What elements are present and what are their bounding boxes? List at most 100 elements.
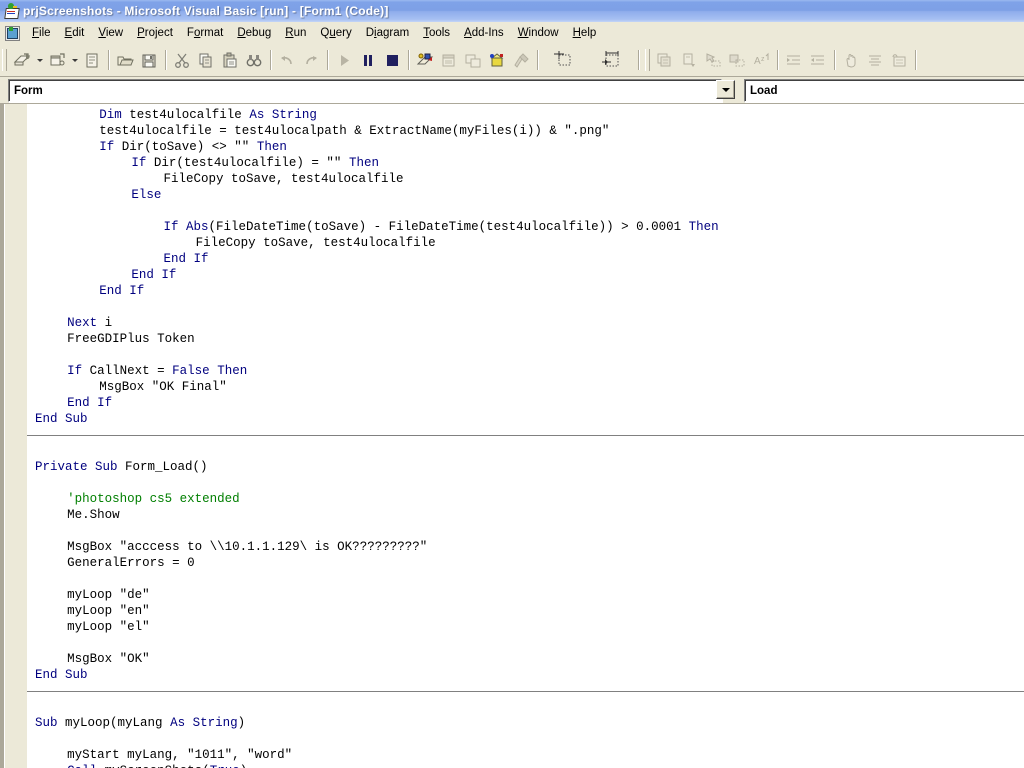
toolbar-separator: [834, 50, 835, 70]
zoom-page-button: [887, 49, 911, 72]
open-project-button[interactable]: [113, 49, 137, 72]
menu-item-add-ins[interactable]: Add-Ins: [457, 24, 511, 42]
menu-editor-button[interactable]: [80, 49, 104, 72]
menu-item-query[interactable]: Query: [313, 24, 358, 42]
code-keyword: Else: [131, 188, 162, 202]
code-line: myStart myLang, "1011", "word": [67, 747, 292, 763]
code-line: FreeGDIPlus Token: [67, 331, 195, 347]
add-form-button[interactable]: [45, 49, 69, 72]
code-text: MsgBox "acccess to \\10.1.1.129\ is OK??…: [67, 540, 428, 554]
code-keyword: Then: [217, 364, 248, 378]
break-button[interactable]: [356, 49, 380, 72]
remove-rows-button: [725, 49, 749, 72]
svg-text:A: A: [754, 56, 761, 67]
code-text: Form_Load(): [117, 460, 208, 474]
copy-button[interactable]: [194, 49, 218, 72]
properties-window-button: [437, 49, 461, 72]
toolbar-separator: [537, 50, 538, 70]
code-line: myLoop "el": [67, 619, 150, 635]
toolbar-grip-secondary[interactable]: [645, 49, 650, 71]
code-editor-window: Dim test4ulocalfile As String test4ulocal…: [0, 103, 1024, 768]
menu-item-debug[interactable]: Debug: [230, 24, 278, 42]
code-keyword: End If: [131, 268, 177, 282]
code-line: End Sub: [35, 667, 88, 683]
code-text: FileCopy toSave, test4ulocalfile: [195, 236, 436, 250]
menu-item-tools[interactable]: Tools: [416, 24, 457, 42]
sort-text-button: A z: [749, 49, 773, 72]
code-text: myLoop(myLang: [57, 716, 171, 730]
code-keyword: String: [192, 716, 238, 730]
save-project-button[interactable]: [137, 49, 161, 72]
code-keyword: If: [99, 140, 115, 154]
code-text: myLoop "en": [67, 604, 150, 618]
position-indicator: [542, 50, 588, 70]
menu-item-help[interactable]: Help: [566, 24, 604, 42]
procedure-combo-value: Load: [750, 84, 778, 97]
code-text: myLoop "de": [67, 588, 150, 602]
insert-rows-button: [677, 49, 701, 72]
chevron-down-icon[interactable]: [716, 80, 735, 99]
code-text: ): [240, 764, 248, 768]
code-text: GeneralErrors = 0: [67, 556, 195, 570]
menu-item-format[interactable]: Format: [180, 24, 230, 42]
undo-button: [275, 49, 299, 72]
toolbar-grip[interactable]: [2, 49, 7, 71]
code-line: Private Sub Form_Load(): [35, 459, 208, 475]
select-rows-button: [701, 49, 725, 72]
add-project-dropdown-arrow[interactable]: [34, 49, 45, 72]
toolbar-separator: [270, 50, 271, 70]
project-explorer-button[interactable]: [413, 49, 437, 72]
code-margin-indicator-bar[interactable]: [4, 104, 28, 768]
menu-item-file[interactable]: File: [25, 24, 58, 42]
menu-item-view[interactable]: View: [91, 24, 130, 42]
find-button[interactable]: [242, 49, 266, 72]
code-text: test4ulocalfile: [121, 108, 250, 122]
code-text: test4ulocalfile = test4ulocalpath & Extr…: [99, 124, 610, 138]
code-keyword: Then: [256, 140, 287, 154]
standard-toolbar: A z: [0, 44, 1024, 77]
cut-button[interactable]: [170, 49, 194, 72]
end-button[interactable]: [380, 49, 404, 72]
document-control-icon[interactable]: [4, 25, 20, 41]
add-form-dropdown-arrow[interactable]: [69, 49, 80, 72]
code-text: FileCopy toSave, test4ulocalfile: [163, 172, 404, 186]
procedure-separator-line: [27, 691, 1024, 692]
code-line: Else: [131, 187, 161, 203]
object-combo-box[interactable]: Form: [8, 79, 722, 102]
toolbar-separator: [777, 50, 778, 70]
menu-item-diagram[interactable]: Diagram: [359, 24, 416, 42]
object-browser-button[interactable]: [485, 49, 509, 72]
menu-item-window[interactable]: Window: [511, 24, 566, 42]
code-text: myScreenShots(: [97, 764, 210, 768]
code-line: End If: [67, 395, 112, 411]
code-line: If Dir(toSave) <> "" Then: [99, 139, 287, 155]
code-text: FreeGDIPlus Token: [67, 332, 195, 346]
code-keyword: If: [67, 364, 83, 378]
code-keyword: Private Sub: [35, 460, 118, 474]
menu-item-project[interactable]: Project: [130, 24, 180, 42]
code-line: MsgBox "OK Final": [99, 379, 227, 395]
paste-button[interactable]: [218, 49, 242, 72]
code-keyword: Then: [688, 220, 719, 234]
menu-item-edit[interactable]: Edit: [58, 24, 92, 42]
code-keyword: Then: [348, 156, 379, 170]
add-project-button[interactable]: [10, 49, 34, 72]
code-text: Dir(toSave) <> "": [114, 140, 257, 154]
code-line: test4ulocalfile = test4ulocalpath & Extr…: [99, 123, 609, 139]
code-keyword: False: [172, 364, 210, 378]
toolbar-separator: [638, 50, 639, 70]
code-text-area[interactable]: Dim test4ulocalfile As String test4ulocal…: [27, 104, 1024, 768]
code-keyword: If: [131, 156, 147, 170]
svg-text:z: z: [761, 56, 765, 63]
code-keyword: End Sub: [35, 668, 88, 682]
menu-item-run[interactable]: Run: [278, 24, 313, 42]
menu-bar: File Edit View Project Format Debug Run …: [0, 22, 1024, 45]
code-line: End Sub: [35, 411, 88, 427]
code-keyword: Next: [67, 316, 98, 330]
procedure-combo-box[interactable]: Load: [744, 79, 1024, 102]
code-line: MsgBox "acccess to \\10.1.1.129\ is OK??…: [67, 539, 427, 555]
code-combo-bar: Form Load: [0, 77, 1024, 103]
toolbar-separator: [915, 50, 916, 70]
code-keyword: True: [210, 764, 240, 768]
code-keyword: If: [163, 220, 179, 234]
